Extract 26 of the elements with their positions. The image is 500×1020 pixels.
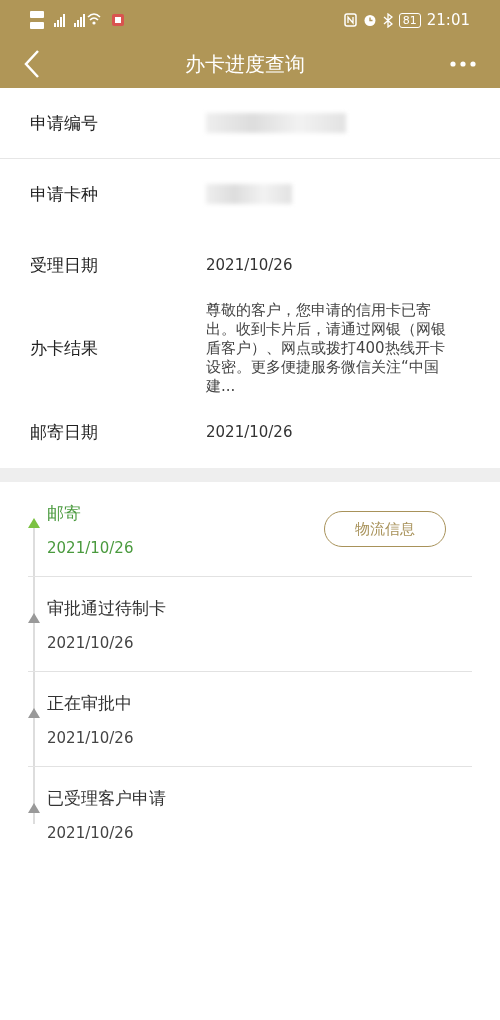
page-title: 办卡进度查询: [184, 50, 306, 78]
nfc-icon: [343, 13, 357, 27]
step-title: 审批通过待制卡: [47, 596, 167, 620]
notification-icon: [112, 14, 124, 26]
more-icon[interactable]: [450, 61, 476, 67]
step-date: 2021/10/26: [47, 728, 135, 747]
step-title: 正在审批中: [47, 691, 133, 715]
step-title: 已受理客户申请: [47, 786, 167, 810]
field-label: 申请编号: [30, 111, 99, 135]
step-title: 邮寄: [47, 501, 82, 525]
step-date: 2021/10/26: [47, 633, 135, 652]
field-label: 受理日期: [30, 253, 99, 277]
field-value: 2021/10/26: [206, 423, 293, 441]
field-label: 办卡结果: [30, 337, 99, 360]
field-label: 申请卡种: [30, 182, 99, 206]
field-value: 尊敬的客户，您申请的信用卡已寄出。收到卡片后，请通过网银（网银盾客户）、网点或拨打400热线开卡设密。更多便捷服务微信关注“中国建...: [206, 301, 447, 396]
field-value: 2021/10/26: [206, 256, 293, 274]
step-date: 2021/10/26: [47, 823, 135, 842]
clock-time: 21:01: [426, 11, 470, 29]
step-date: 2021/10/26: [47, 538, 135, 557]
battery-level: 81: [398, 12, 421, 28]
field-label: 邮寄日期: [30, 420, 99, 444]
logistics-button[interactable]: 物流信息: [324, 511, 446, 547]
back-icon[interactable]: [24, 49, 40, 79]
alarm-icon: [362, 13, 377, 27]
bluetooth-icon: [382, 12, 393, 28]
